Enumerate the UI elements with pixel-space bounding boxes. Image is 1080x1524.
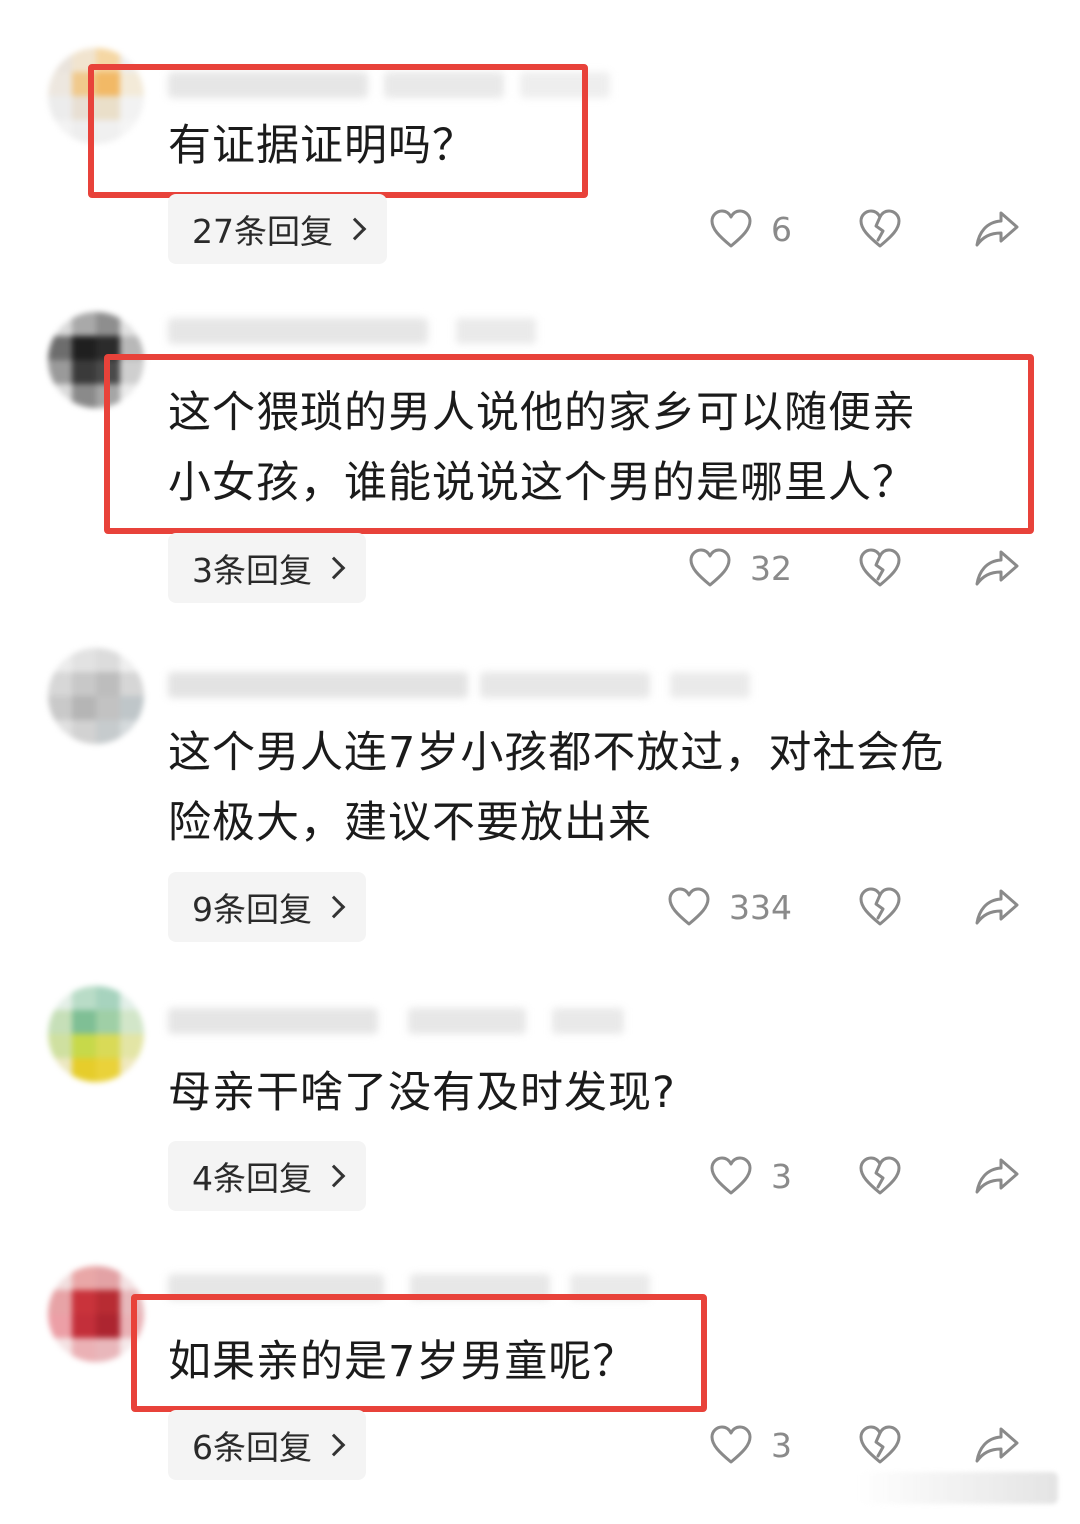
share-arrow-icon[interactable] [974, 209, 1020, 249]
username-redacted [456, 318, 536, 344]
like-count: 3 [771, 1156, 792, 1196]
broken-heart-icon[interactable] [858, 1156, 902, 1196]
chevron-right-icon [322, 1433, 346, 1457]
comment-actions: 6 [709, 194, 1020, 264]
chevron-right-icon [322, 1164, 346, 1188]
replies-label: 3条回复 [192, 551, 312, 590]
view-replies-button[interactable]: 27条回复 [168, 194, 387, 264]
broken-heart-icon[interactable] [858, 209, 902, 249]
comment-actions: 334 [667, 872, 1020, 942]
comment-text: 这个男人连7岁小孩都不放过，对社会危 险极大，建议不要放出来 [168, 728, 945, 848]
broken-heart-icon[interactable] [858, 1425, 902, 1465]
like-count: 6 [771, 209, 792, 249]
comment-actions: 3 [709, 1141, 1020, 1211]
like-count: 32 [750, 548, 792, 588]
heart-outline-icon[interactable] [709, 1156, 753, 1196]
chevron-right-icon [343, 217, 367, 241]
view-replies-button[interactable]: 4条回复 [168, 1141, 366, 1211]
heart-outline-icon[interactable] [709, 209, 753, 249]
view-replies-button[interactable]: 9条回复 [168, 872, 366, 942]
share-arrow-icon[interactable] [974, 1425, 1020, 1465]
comment-actions: 3 [709, 1410, 1020, 1480]
share-arrow-icon[interactable] [974, 887, 1020, 927]
avatar[interactable] [48, 1266, 144, 1362]
username-redacted[interactable] [168, 672, 468, 698]
replies-label: 9条回复 [192, 890, 312, 929]
watermark-blur [858, 1472, 1058, 1504]
username-redacted [408, 1008, 526, 1034]
comment-actions: 32 [688, 533, 1020, 603]
like-count: 3 [771, 1425, 792, 1465]
replies-label: 6条回复 [192, 1428, 312, 1467]
username-redacted[interactable] [168, 318, 428, 344]
avatar[interactable] [48, 648, 144, 744]
comment-text: 母亲干啥了没有及时发现? [168, 1068, 676, 1118]
username-redacted [670, 672, 750, 698]
heart-outline-icon[interactable] [688, 548, 732, 588]
heart-outline-icon[interactable] [709, 1425, 753, 1465]
chevron-right-icon [322, 556, 346, 580]
comment-text: 有证据证明吗？ [168, 121, 476, 171]
comment-text: 这个猥琐的男人说他的家乡可以随便亲 小女孩，谁能说说这个男的是哪里人？ [168, 388, 916, 508]
username-redacted [552, 1008, 624, 1034]
broken-heart-icon[interactable] [858, 887, 902, 927]
comment-text: 如果亲的是7岁男童呢？ [168, 1337, 637, 1387]
share-arrow-icon[interactable] [974, 1156, 1020, 1196]
view-replies-button[interactable]: 6条回复 [168, 1410, 366, 1480]
chevron-right-icon [322, 895, 346, 919]
replies-label: 27条回复 [192, 212, 333, 251]
like-count: 334 [729, 887, 792, 927]
share-arrow-icon[interactable] [974, 548, 1020, 588]
replies-label: 4条回复 [192, 1159, 312, 1198]
broken-heart-icon[interactable] [858, 548, 902, 588]
username-redacted [480, 672, 650, 698]
heart-outline-icon[interactable] [667, 887, 711, 927]
avatar[interactable] [48, 986, 144, 1082]
view-replies-button[interactable]: 3条回复 [168, 533, 366, 603]
username-redacted[interactable] [168, 1008, 378, 1034]
